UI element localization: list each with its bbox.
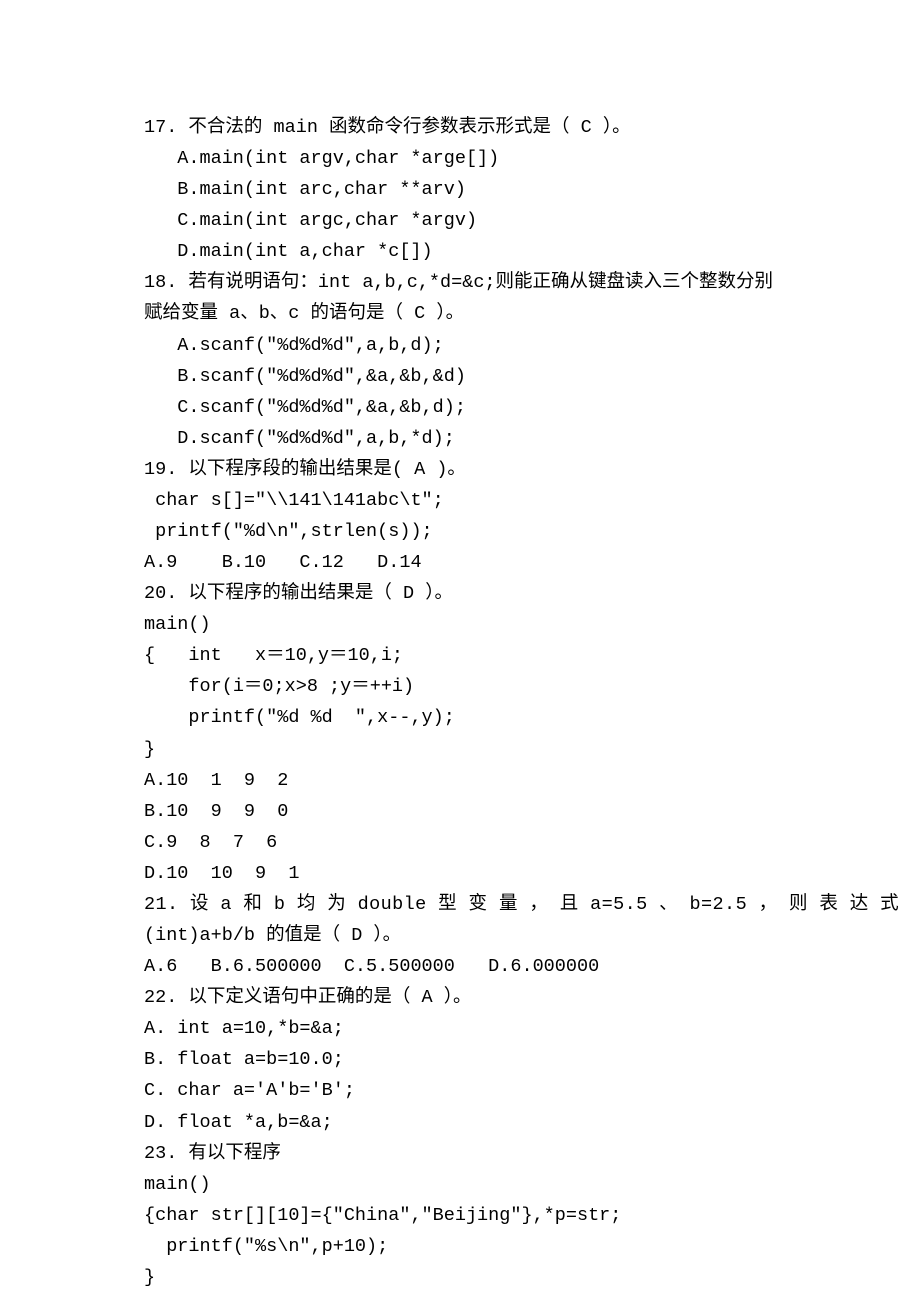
q23-code-line4: } (144, 1262, 772, 1293)
q18-option-d: D.scanf("%d%d%d",a,b,*d); (177, 423, 772, 454)
q20-option-a: A.10 1 9 2 (144, 765, 772, 796)
q20-code-line1: main() (144, 609, 772, 640)
q18-option-b: B.scanf("%d%d%d",&a,&b,&d) (177, 361, 772, 392)
q20-code-line3: for(i＝0;x>8 ;y＝++i) (144, 671, 772, 702)
q18-option-a: A.scanf("%d%d%d",a,b,d); (177, 330, 772, 361)
q19-stem: 19. 以下程序段的输出结果是( A )。 (144, 454, 772, 485)
q23-code-line2: {char str[][10]={"China","Beijing"},*p=s… (144, 1200, 772, 1231)
q23-code-line3: printf("%s\n",p+10); (144, 1231, 772, 1262)
q21-stem-line1: 21. 设 a 和 b 均 为 double 型 变 量 ， 且 a=5.5 、… (144, 889, 772, 920)
q17-option-c: C.main(int argc,char *argv) (177, 205, 772, 236)
q22-option-b: B. float a=b=10.0; (144, 1044, 772, 1075)
q20-code-line4: printf("%d %d ",x--,y); (144, 702, 772, 733)
q18-option-c: C.scanf("%d%d%d",&a,&b,d); (177, 392, 772, 423)
q19-options: A.9 B.10 C.12 D.14 (144, 547, 772, 578)
q17-option-b: B.main(int arc,char **arv) (177, 174, 772, 205)
q22-stem: 22. 以下定义语句中正确的是（ A ）。 (144, 982, 772, 1013)
q20-option-b: B.10 9 9 0 (144, 796, 772, 827)
q21-options: A.6 B.6.500000 C.5.500000 D.6.000000 (144, 951, 772, 982)
q17-stem: 17. 不合法的 main 函数命令行参数表示形式是（ C ）。 (144, 112, 772, 143)
q21-stem-line2: (int)a+b/b 的值是（ D ）。 (144, 920, 772, 951)
q20-code-line5: } (144, 734, 772, 765)
q18-stem-line1: 18. 若有说明语句：int a,b,c,*d=&c;则能正确从键盘读入三个整数… (144, 267, 772, 298)
q23-stem: 23. 有以下程序 (144, 1138, 772, 1169)
q19-code-line1: char s[]="\\141\141abc\t"; (144, 485, 772, 516)
document-page: 17. 不合法的 main 函数命令行参数表示形式是（ C ）。 A.main(… (0, 0, 920, 1300)
q20-code-line2: { int x＝10,y＝10,i; (144, 640, 772, 671)
q23-code-line1: main() (144, 1169, 772, 1200)
q17-option-d: D.main(int a,char *c[]) (177, 236, 772, 267)
q22-option-c: C. char a='A'b='B'; (144, 1075, 772, 1106)
q20-option-d: D.10 10 9 1 (144, 858, 772, 889)
q18-stem-line2: 赋给变量 a、b、c 的语句是（ C ）。 (144, 298, 772, 329)
q20-option-c: C.9 8 7 6 (144, 827, 772, 858)
q19-code-line2: printf("%d\n",strlen(s)); (144, 516, 772, 547)
q20-stem: 20. 以下程序的输出结果是（ D ）。 (144, 578, 772, 609)
q22-option-d: D. float *a,b=&a; (144, 1107, 772, 1138)
q22-option-a: A. int a=10,*b=&a; (144, 1013, 772, 1044)
q17-option-a: A.main(int argv,char *arge[]) (177, 143, 772, 174)
